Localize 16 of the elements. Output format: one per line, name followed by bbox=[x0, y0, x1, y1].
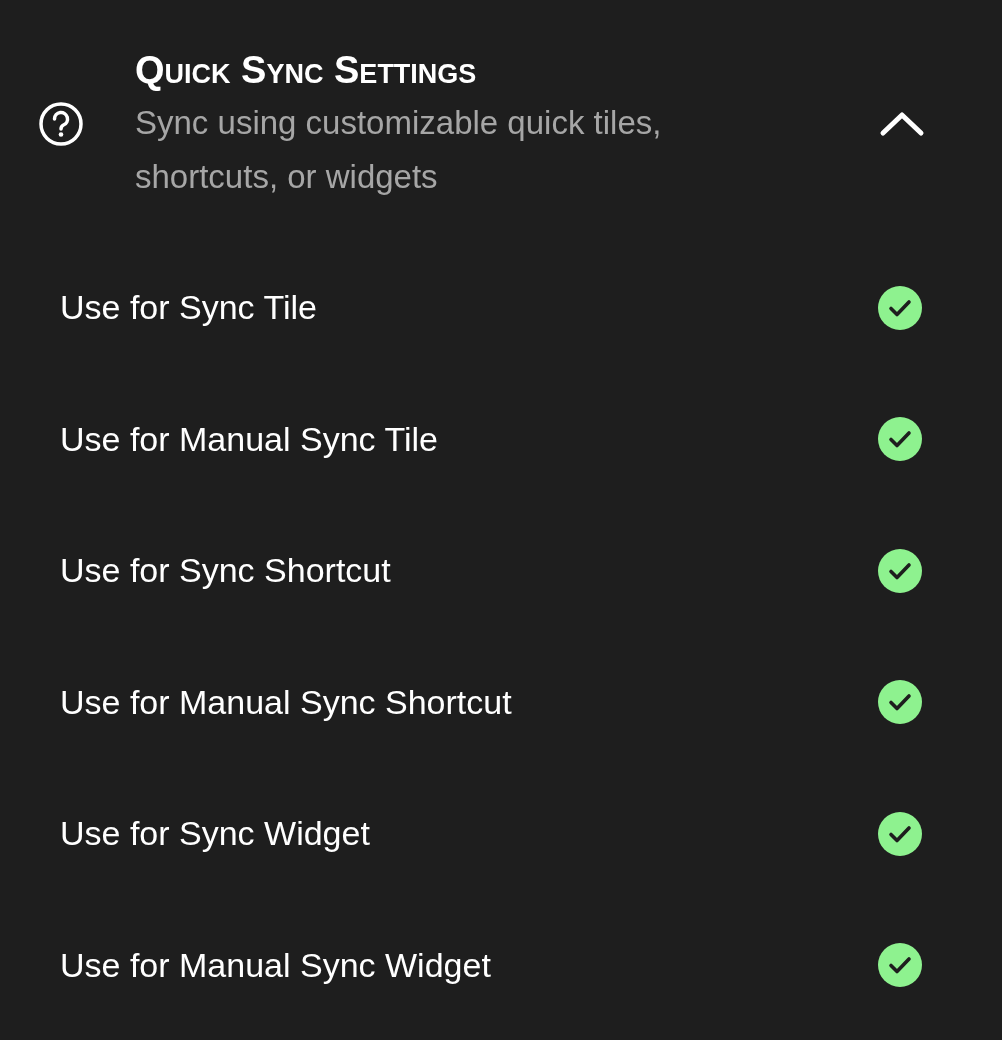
help-icon[interactable] bbox=[37, 101, 84, 147]
option-label: Use for Sync Tile bbox=[60, 288, 317, 328]
check-circle-icon[interactable] bbox=[878, 548, 922, 593]
section-subtitle: Sync using customizable quick tiles, shortcuts, or widgets bbox=[135, 103, 663, 197]
check-circle-icon[interactable] bbox=[878, 680, 922, 725]
check-circle-icon[interactable] bbox=[878, 417, 922, 462]
check-circle-icon[interactable] bbox=[878, 811, 922, 856]
collapse-chevron-icon[interactable] bbox=[878, 109, 926, 139]
section-title: Quick Sync Settings bbox=[135, 48, 478, 93]
option-label: Use for Sync Widget bbox=[60, 814, 370, 854]
option-label: Use for Manual Sync Shortcut bbox=[60, 682, 512, 722]
check-circle-icon[interactable] bbox=[878, 285, 922, 330]
check-circle-icon[interactable] bbox=[878, 943, 922, 988]
option-label: Use for Manual Sync Tile bbox=[60, 419, 438, 459]
option-label: Use for Sync Shortcut bbox=[60, 551, 391, 591]
option-label: Use for Manual Sync Widget bbox=[60, 945, 491, 985]
